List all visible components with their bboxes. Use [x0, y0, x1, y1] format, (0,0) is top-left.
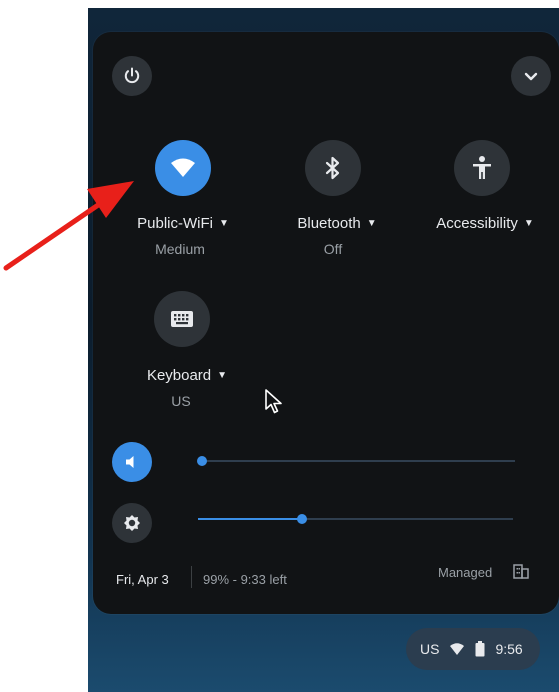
bluetooth-status: Off: [323, 241, 343, 257]
brightness-slider-fill: [198, 518, 302, 520]
ime-indicator: US: [420, 641, 440, 657]
bluetooth-label: Bluetooth: [297, 215, 361, 232]
accessibility-toggle-button[interactable]: [454, 140, 510, 196]
keyboard-dropdown[interactable]: Keyboard ▼: [147, 367, 227, 384]
wifi-icon: [171, 158, 195, 177]
volume-slider-thumb[interactable]: [197, 456, 207, 466]
brightness-slider[interactable]: [198, 514, 513, 524]
power-button[interactable]: [112, 56, 152, 96]
brightness-icon: [124, 515, 140, 531]
accessibility-label: Accessibility: [436, 215, 518, 232]
caret-down-icon: ▼: [217, 370, 228, 381]
wifi-icon: [450, 643, 465, 655]
brightness-button[interactable]: [112, 503, 152, 543]
volume-slider[interactable]: [197, 456, 515, 466]
chevron-down-icon: [524, 72, 538, 81]
keyboard-icon: [171, 311, 193, 327]
brightness-slider-thumb[interactable]: [296, 514, 307, 524]
bluetooth-toggle-button[interactable]: [305, 140, 361, 196]
caret-down-icon: ▼: [366, 218, 377, 229]
wifi-strength: Medium: [155, 241, 205, 257]
clock-time: 9:56: [495, 641, 523, 657]
bluetooth-dropdown[interactable]: Bluetooth ▼: [297, 215, 376, 232]
collapse-button[interactable]: [511, 56, 551, 96]
caret-down-icon: ▼: [523, 218, 534, 229]
mute-button[interactable]: [112, 442, 152, 482]
mouse-cursor-icon: [265, 389, 282, 414]
power-icon: [124, 67, 140, 84]
managed-label: Managed: [438, 565, 493, 580]
footer-divider: [191, 566, 192, 588]
keyboard-toggle-button[interactable]: [154, 291, 210, 347]
volume-icon: [126, 456, 134, 468]
accessibility-dropdown[interactable]: Accessibility ▼: [436, 215, 534, 232]
accessibility-icon: [473, 156, 491, 179]
caret-down-icon: ▼: [218, 218, 229, 229]
battery-icon: [475, 641, 485, 657]
wifi-label: Public-WiFi: [137, 215, 213, 232]
battery-status: 99% - 9:33 left: [203, 572, 287, 587]
shelf-status-area[interactable]: US 9:56: [406, 628, 540, 670]
date-label[interactable]: Fri, Apr 3: [116, 572, 169, 587]
wifi-toggle-button[interactable]: [155, 140, 211, 196]
wifi-network-dropdown[interactable]: Public-WiFi ▼: [137, 215, 229, 232]
enterprise-building-icon: [513, 564, 529, 579]
bluetooth-icon: [325, 156, 340, 180]
keyboard-label: Keyboard: [146, 367, 212, 384]
keyboard-layout: US: [171, 393, 191, 409]
